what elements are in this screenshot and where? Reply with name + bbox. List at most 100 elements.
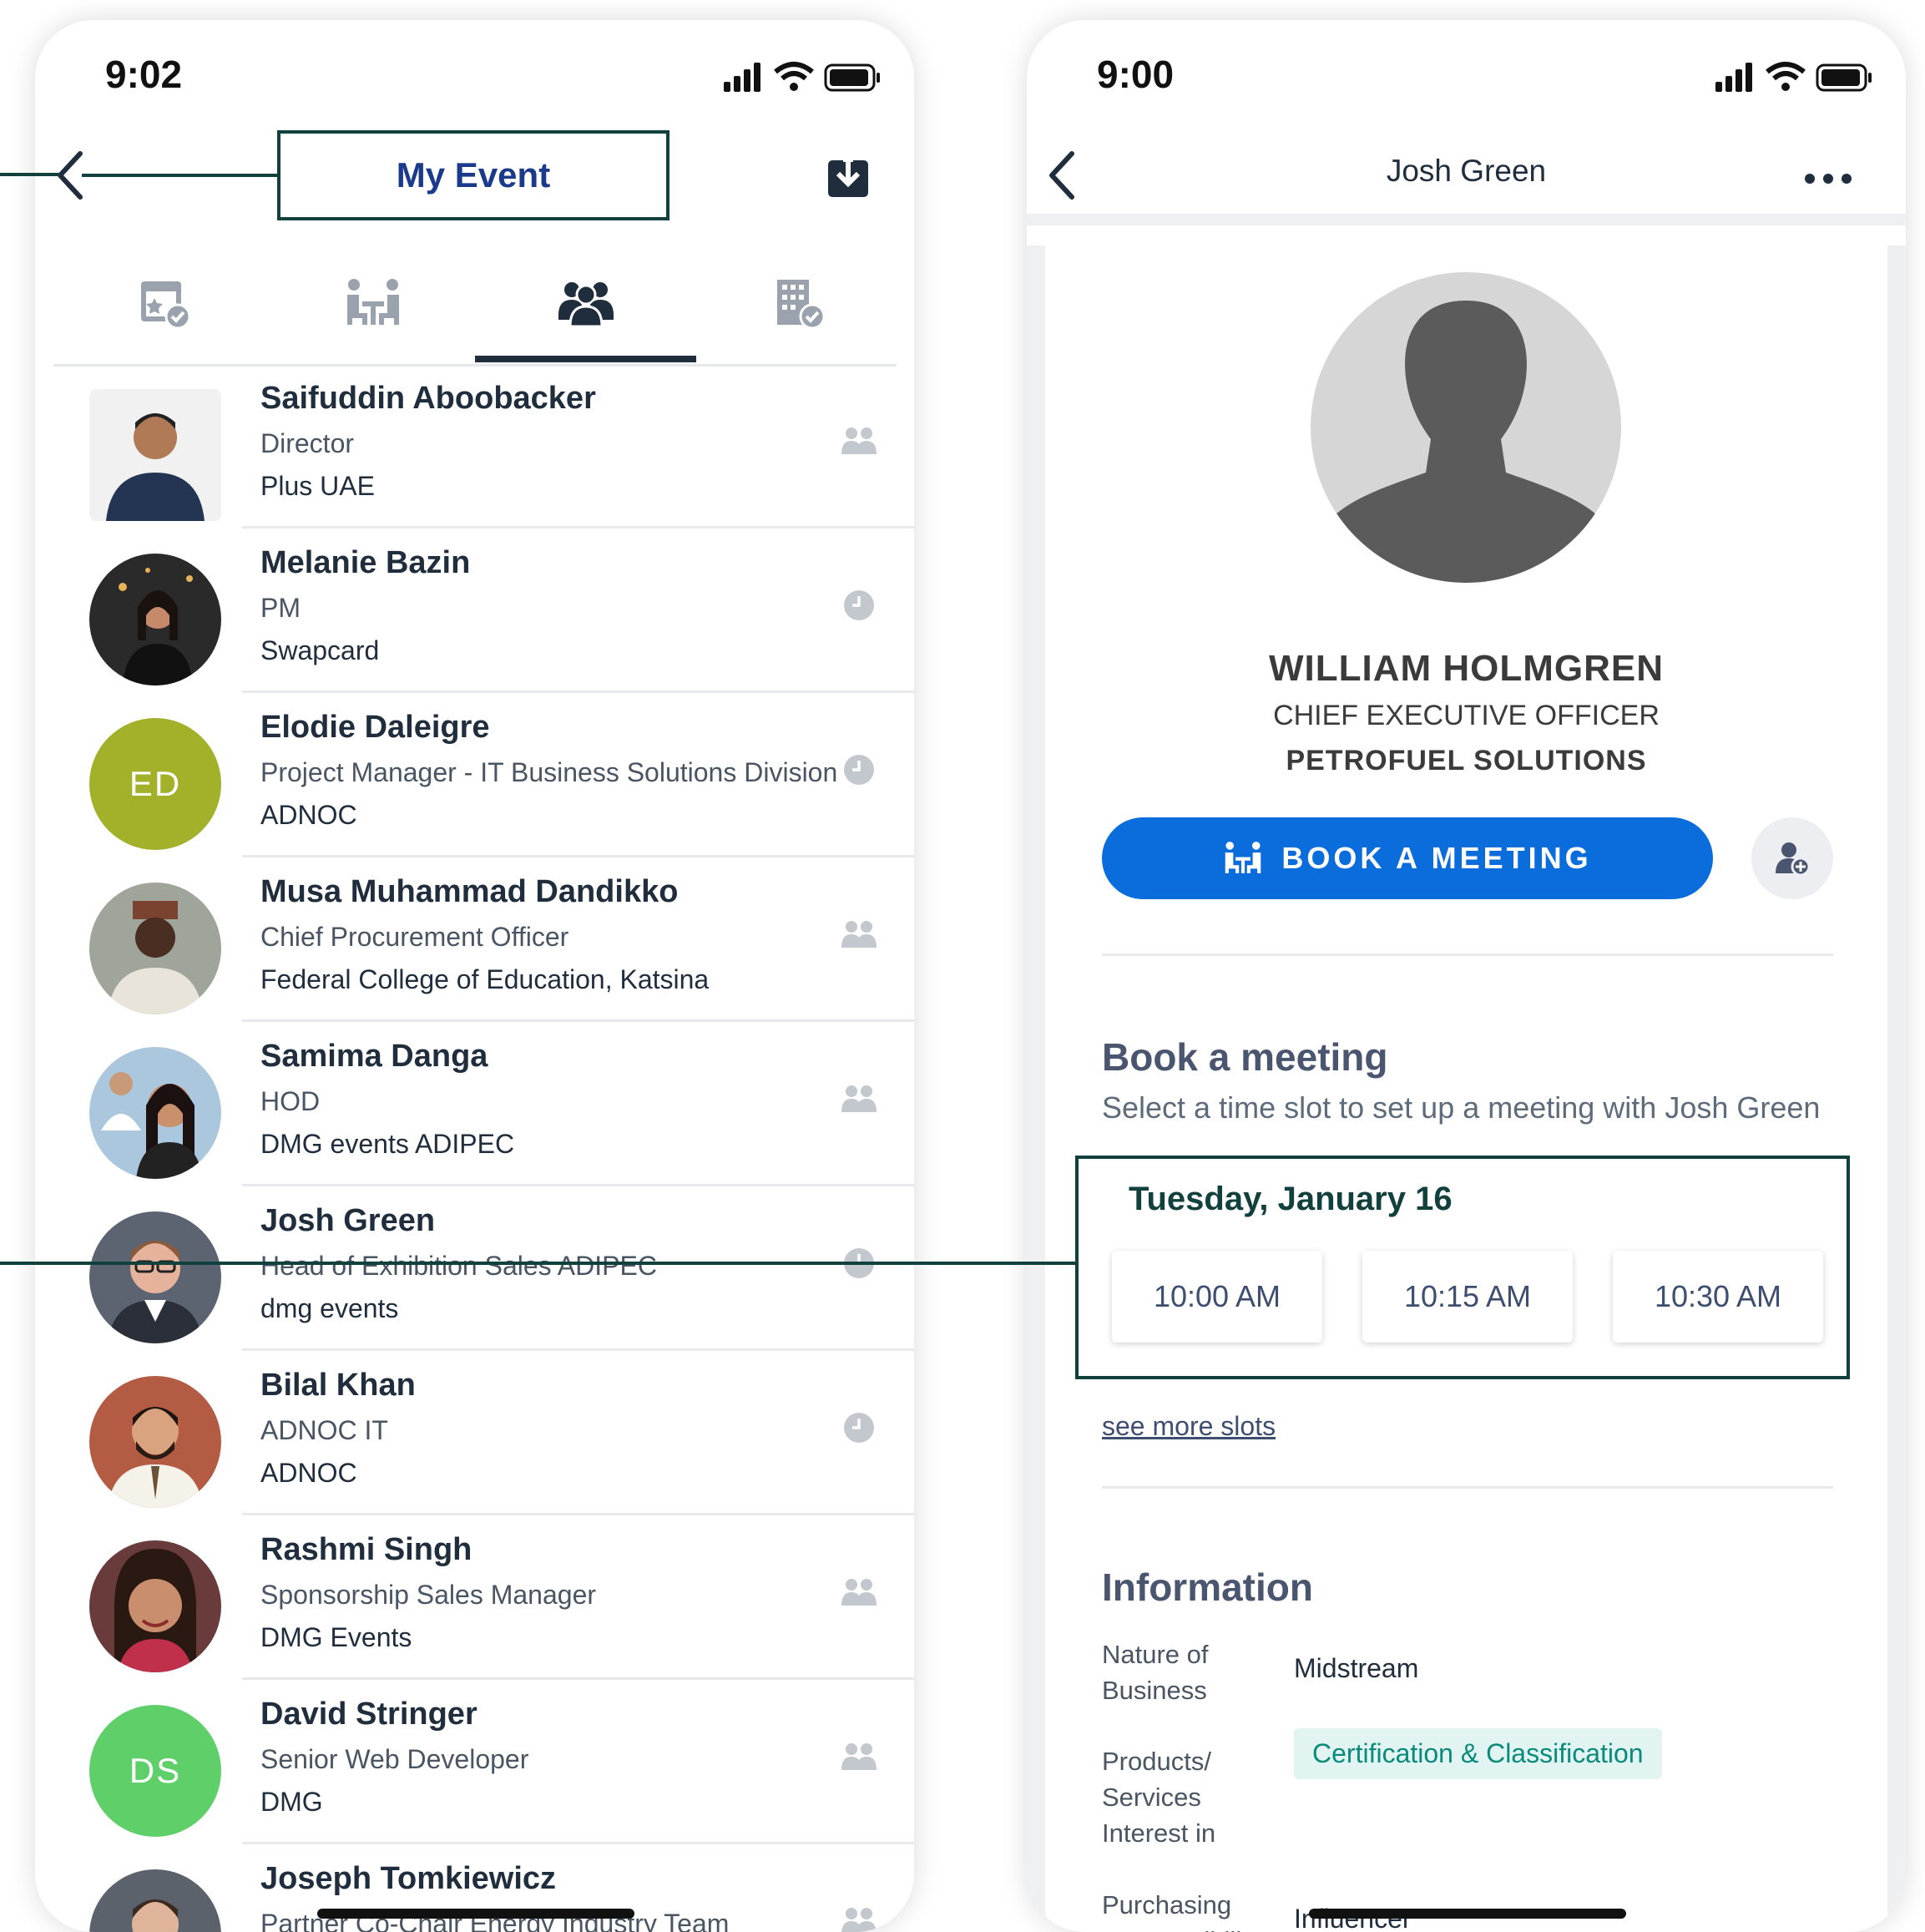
- tab-bar: [53, 245, 897, 367]
- add-contact-button[interactable]: [1751, 817, 1833, 899]
- add-person-icon: [1776, 842, 1811, 877]
- profile-name: WILLIAM HOLMGREN: [1268, 648, 1665, 689]
- info-value: Midstream: [1294, 1653, 1419, 1683]
- person-name: Rashmi Singh: [260, 1532, 472, 1567]
- list-item[interactable]: ED Elodie Daleigre Project Manager - IT …: [53, 693, 914, 857]
- person-role: PM: [260, 593, 301, 623]
- info-label: Nature of Business: [1102, 1640, 1209, 1705]
- interest-tag: Certification & Classification: [1294, 1728, 1662, 1779]
- tab-exhibitors[interactable]: [688, 245, 909, 364]
- home-indicator: [1309, 1909, 1626, 1919]
- tab-agenda[interactable]: [53, 245, 275, 364]
- person-company: ADNOC: [260, 1458, 357, 1488]
- see-more-slots-link[interactable]: see more slots: [1102, 1411, 1276, 1442]
- download-icon[interactable]: [826, 152, 870, 203]
- list-item[interactable]: Josh Green Head of Exhibition Sales ADIP…: [53, 1186, 914, 1351]
- right-phone-screen: 9:00 Josh Green WILLIAM HOLMGREN CHIEF E…: [1027, 20, 1906, 1932]
- person-company: Plus UAE: [260, 471, 375, 501]
- back-icon[interactable]: [53, 150, 87, 205]
- avatar: [89, 1211, 221, 1343]
- more-options-icon[interactable]: [1803, 170, 1853, 191]
- profile-company: PETROFUEL SOLUTIONS: [1286, 745, 1647, 776]
- section-divider: [1102, 953, 1833, 956]
- list-item[interactable]: Bilal Khan ADNOC IT ADNOC: [53, 1351, 914, 1515]
- person-name: Samima Danga: [260, 1039, 488, 1074]
- people-icon[interactable]: [841, 916, 877, 953]
- section-divider: [1102, 1486, 1833, 1489]
- person-role: ADNOC IT: [260, 1415, 388, 1445]
- person-name: Melanie Bazin: [260, 545, 471, 580]
- people-icon[interactable]: [841, 1080, 877, 1117]
- info-label: Purchasing Responsibility: [1102, 1890, 1261, 1932]
- list-item[interactable]: Joseph Tomkiewicz Partner Co-Chair Energ…: [53, 1844, 914, 1932]
- avatar: [89, 1376, 221, 1508]
- person-name: Elodie Daleigre: [260, 710, 490, 745]
- list-item[interactable]: Saifuddin Aboobacker Director Plus UAE: [53, 364, 914, 529]
- tab-people[interactable]: [475, 245, 696, 364]
- meeting-icon: [344, 276, 402, 334]
- person-name: Bilal Khan: [260, 1368, 416, 1403]
- book-meeting-heading: Book a meeting: [1102, 1035, 1388, 1079]
- people-icon[interactable]: [841, 1574, 877, 1611]
- person-role: Chief Procurement Officer: [260, 922, 569, 952]
- annotation-line: [0, 173, 60, 176]
- people-icon[interactable]: [841, 422, 877, 459]
- person-role: Senior Web Developer: [260, 1744, 529, 1774]
- person-role: Director: [260, 428, 355, 458]
- status-icons: [724, 60, 882, 94]
- people-icon[interactable]: [841, 1738, 877, 1775]
- clock-icon[interactable]: [841, 1409, 877, 1446]
- clock-icon[interactable]: [841, 587, 877, 624]
- person-role: Head of Exhibition Sales ADIPEC: [260, 1251, 657, 1281]
- time-slot-button[interactable]: 10:15 AM: [1362, 1251, 1573, 1343]
- time-slot-button[interactable]: 10:00 AM: [1112, 1251, 1322, 1343]
- avatar: [89, 554, 221, 685]
- avatar-initials: ED: [89, 718, 221, 850]
- people-icon[interactable]: [841, 1903, 877, 1932]
- card-gutter: [1027, 245, 1045, 1932]
- left-phone-screen: 9:02 My Event Saifuddin Aboobacker Direc…: [35, 20, 914, 1932]
- avatar: [89, 883, 221, 1014]
- person-company: Swapcard: [260, 635, 380, 665]
- annotation-line: [0, 1262, 1079, 1265]
- person-name: David Stringer: [260, 1697, 477, 1732]
- person-company: Federal College of Education, Katsina: [260, 964, 710, 994]
- person-name: Saifuddin Aboobacker: [260, 381, 596, 416]
- list-item[interactable]: Rashmi Singh Sponsorship Sales Manager D…: [53, 1515, 914, 1680]
- card-gutter: [1887, 245, 1906, 1932]
- person-company: DMG: [260, 1787, 323, 1817]
- building-check-icon: [772, 276, 826, 334]
- information-heading: Information: [1102, 1565, 1313, 1609]
- list-item[interactable]: DS David Stringer Senior Web Developer D…: [53, 1680, 914, 1844]
- person-role: HOD: [260, 1086, 321, 1116]
- info-label: Products/ Services Interest in: [1102, 1747, 1216, 1848]
- list-item[interactable]: Melanie Bazin PM Swapcard: [53, 529, 914, 693]
- person-company: dmg events: [260, 1293, 399, 1323]
- book-meeting-label: BOOK A MEETING: [1281, 841, 1592, 875]
- person-company: ADNOC: [260, 800, 357, 830]
- annotation-line: [82, 174, 279, 177]
- status-time: 9:02: [105, 53, 183, 96]
- people-icon: [557, 278, 615, 332]
- tab-meetings[interactable]: [262, 245, 483, 364]
- profile-job-title: CHIEF EXECUTIVE OFFICER: [1273, 700, 1660, 731]
- book-meeting-button[interactable]: BOOK A MEETING: [1102, 817, 1713, 899]
- profile-avatar: [1311, 272, 1621, 583]
- time-slot-button[interactable]: 10:30 AM: [1613, 1251, 1823, 1343]
- avatar: [89, 1540, 221, 1672]
- slot-date: Tuesday, January 16: [1129, 1181, 1453, 1217]
- book-meeting-subtitle: Select a time slot to set up a meeting w…: [1102, 1090, 1821, 1125]
- person-name: Musa Muhammad Dandikko: [260, 874, 679, 909]
- avatar-initials: DS: [89, 1705, 221, 1837]
- person-role: Project Manager - IT Business Solutions …: [260, 757, 838, 787]
- person-company: DMG Events: [260, 1622, 412, 1652]
- list-item[interactable]: Musa Muhammad Dandikko Chief Procurement…: [53, 857, 914, 1022]
- person-company: DMG events ADIPEC: [260, 1129, 515, 1159]
- avatar: [89, 1869, 221, 1932]
- home-indicator: [317, 1909, 634, 1919]
- avatar: [89, 1047, 221, 1179]
- active-tab-indicator: [475, 356, 696, 362]
- clock-icon[interactable]: [841, 751, 877, 788]
- header-title: Josh Green: [1386, 154, 1547, 188]
- list-item[interactable]: Samima Danga HOD DMG events ADIPEC: [53, 1022, 914, 1186]
